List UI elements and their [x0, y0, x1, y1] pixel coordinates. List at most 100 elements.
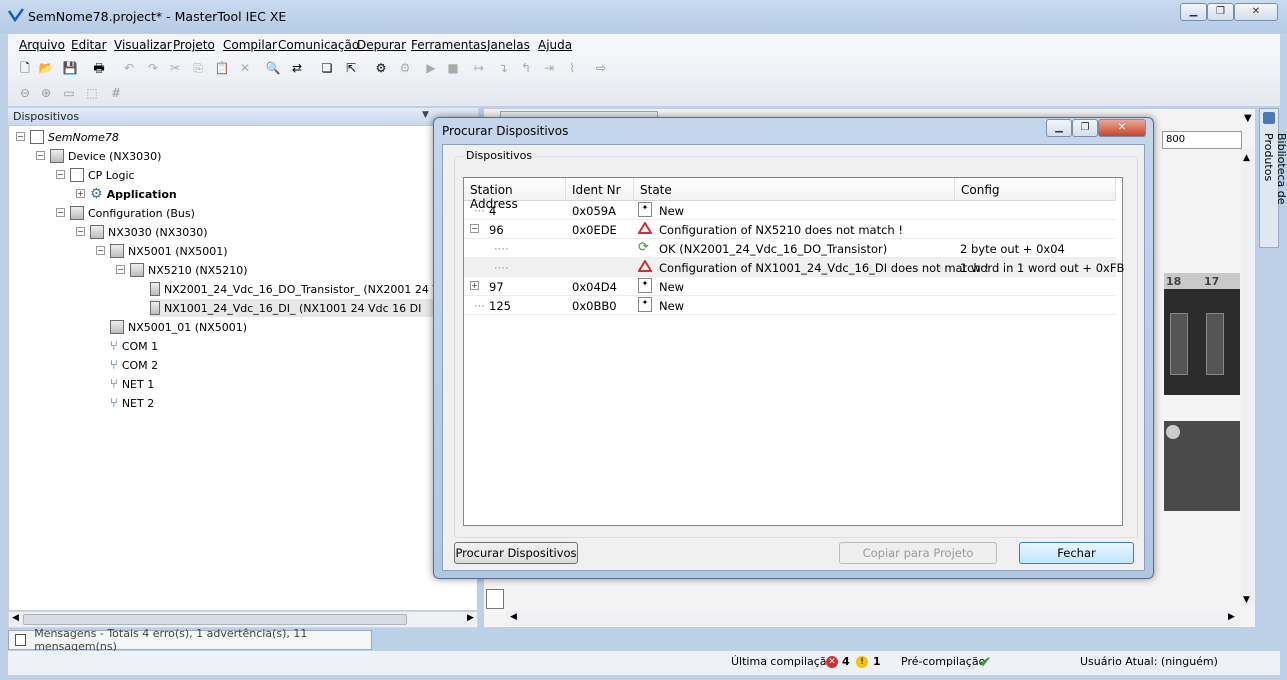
breakpoint-icon[interactable]: ⌇	[563, 59, 581, 77]
menu-depurar[interactable]: Depurar	[357, 38, 406, 52]
column-state[interactable]: State	[634, 178, 955, 201]
replace-icon[interactable]: ⇄	[288, 59, 306, 77]
expand-icon[interactable]: +	[470, 281, 479, 290]
scroll-thumb[interactable]	[23, 614, 407, 625]
close-button[interactable]: Fechar	[1019, 542, 1134, 564]
tree-node-net1[interactable]: ⑂ NET 1	[110, 375, 154, 393]
find-icon[interactable]: 🔍	[264, 59, 282, 77]
vertical-scrollbar[interactable]: ▲ ▼	[1241, 149, 1255, 607]
menu-visualizar[interactable]: Visualizar	[114, 38, 172, 52]
copy-to-project-button[interactable]: Copiar para Projeto	[839, 542, 997, 564]
minimize-button[interactable]: ▁	[1180, 3, 1207, 21]
collapse-icon[interactable]: −	[56, 170, 65, 179]
collapse-icon[interactable]: −	[16, 132, 25, 141]
table-row[interactable]: ··· 4 0x059A ✦ New	[464, 201, 1116, 220]
messages-tab[interactable]: Mensagens - Totais 4 erro(s), 1 advertên…	[8, 627, 372, 653]
delete-icon[interactable]: ✕	[236, 59, 254, 77]
menu-ferramentas[interactable]: Ferramentas	[411, 38, 487, 52]
scroll-down-icon[interactable]: ▼	[1243, 595, 1250, 605]
step-out-icon[interactable]: ↰	[517, 59, 535, 77]
tree-node-nx2001[interactable]: NX2001_24_Vdc_16_DO_Transistor_ (NX2001 …	[150, 280, 477, 298]
panel-menu-icon[interactable]: ▼	[422, 110, 429, 120]
tree-node-nx3030[interactable]: NX3030 (NX3030)	[90, 223, 208, 241]
maximize-button[interactable]: ❐	[1207, 3, 1234, 21]
scroll-right-icon[interactable]: ▶	[1228, 612, 1235, 622]
collapse-icon[interactable]: −	[96, 246, 105, 255]
export-icon[interactable]: ⇱	[342, 59, 360, 77]
tree-node-nx5210[interactable]: NX5210 (NX5210)	[130, 261, 248, 279]
add-object-icon[interactable]: ❏	[318, 59, 336, 77]
tree-node-com2[interactable]: ⑂ COM 2	[110, 356, 158, 374]
tree-node-cp-logic[interactable]: CP Logic	[70, 166, 135, 184]
menu-janelas[interactable]: Janelas	[487, 38, 530, 52]
zoom-out-icon[interactable]: ⊖	[16, 84, 34, 102]
tree-node-net2[interactable]: ⑂ NET 2	[110, 394, 154, 412]
column-config[interactable]: Config	[955, 178, 1116, 201]
column-station-address[interactable]: Station Address	[464, 178, 566, 211]
table-row[interactable]: ···· Configuration of NX1001_24_Vdc_16_D…	[464, 258, 1124, 277]
grid-icon[interactable]: #	[107, 84, 125, 102]
view-toggle-icon[interactable]	[486, 589, 504, 609]
step-into-icon[interactable]: ↴	[494, 59, 512, 77]
login-icon[interactable]: ⚙	[372, 59, 390, 77]
menu-compilar[interactable]: Compilar	[223, 38, 277, 52]
devices-grid[interactable]: Station Address Ident Nr State Config ··…	[463, 177, 1124, 526]
table-row[interactable]: − 96 0x0EDE Configuration of NX5210 does…	[464, 220, 1116, 239]
port-icon: ⑂	[110, 338, 118, 354]
menu-comunicacao[interactable]: Comunicação	[278, 38, 359, 52]
fit-icon[interactable]: ⬚	[83, 84, 101, 102]
tree-node-nx5001[interactable]: NX5001 (NX5001)	[110, 242, 228, 260]
collapse-icon[interactable]: −	[470, 224, 479, 233]
copy-icon[interactable]: ⎘	[189, 59, 207, 77]
column-ident-nr[interactable]: Ident Nr	[566, 178, 634, 201]
tree-node-com1[interactable]: ⑂ COM 1	[110, 337, 158, 355]
tree-horizontal-scrollbar[interactable]: ◀ ▶	[8, 611, 478, 628]
new-file-icon[interactable]: 🗋	[16, 59, 34, 77]
tree-node-application[interactable]: ⚙ Application	[90, 185, 177, 203]
forward-arrow-icon[interactable]: ⇨	[592, 59, 610, 77]
table-row[interactable]: + 97 0x04D4 ✦ New	[464, 277, 1116, 296]
redo-icon[interactable]: ↷	[144, 59, 162, 77]
scroll-left-icon[interactable]: ◀	[510, 612, 517, 622]
save-icon[interactable]: 💾	[61, 59, 79, 77]
step-over-icon[interactable]: ↦	[470, 59, 488, 77]
tree-node-nx1001[interactable]: NX1001_24_Vdc_16_DI_ (NX1001 24 Vdc 16 D…	[150, 299, 477, 317]
menu-ajuda[interactable]: Ajuda	[538, 38, 572, 52]
logout-icon[interactable]: ⚙	[396, 59, 414, 77]
tree-node-project[interactable]: SemNome78	[30, 128, 119, 146]
paste-icon[interactable]: 📋	[213, 59, 231, 77]
collapse-icon[interactable]: −	[116, 265, 125, 274]
collapse-icon[interactable]: −	[36, 151, 45, 160]
scroll-left-icon[interactable]: ◀	[12, 613, 19, 623]
tree-node-device[interactable]: Device (NX3030)	[50, 147, 161, 165]
table-row[interactable]: ··· 125 0x0BB0 ✦ New	[464, 296, 1116, 315]
ruler-icon[interactable]: ▭	[60, 84, 78, 102]
tree-node-nx5001-01[interactable]: NX5001_01 (NX5001)	[110, 318, 247, 336]
scroll-right-icon[interactable]: ▶	[467, 613, 474, 623]
close-window-button[interactable]: ✕	[1234, 3, 1278, 21]
dialog-minimize-button[interactable]: ▁	[1046, 119, 1072, 137]
search-devices-button[interactable]: Procurar Dispositivos	[454, 542, 578, 564]
dropdown-arrow-icon[interactable]: ▼	[1244, 113, 1252, 124]
collapse-icon[interactable]: −	[56, 208, 65, 217]
print-icon[interactable]: 🖶	[90, 59, 108, 77]
collapse-icon[interactable]: −	[76, 227, 85, 236]
zoom-in-icon[interactable]: ⊕	[37, 84, 55, 102]
menu-arquivo[interactable]: Arquivo	[19, 38, 65, 52]
scroll-up-icon[interactable]: ▲	[1243, 153, 1250, 163]
run-to-cursor-icon[interactable]: ⇥	[540, 59, 558, 77]
menu-editar[interactable]: Editar	[71, 38, 107, 52]
horizontal-scrollbar[interactable]: ◀ ▶	[506, 611, 1240, 626]
expand-icon[interactable]: +	[76, 189, 85, 198]
tree-node-configuration-bus[interactable]: Configuration (Bus)	[70, 204, 195, 222]
undo-icon[interactable]: ↶	[120, 59, 138, 77]
menu-projeto[interactable]: Projeto	[173, 38, 215, 52]
product-library-tab[interactable]: Biblioteca de Produtos	[1259, 108, 1287, 248]
open-folder-icon[interactable]: 📂	[37, 59, 55, 77]
dialog-maximize-button[interactable]: ❐	[1072, 119, 1098, 137]
dialog-close-button[interactable]: ✕	[1098, 119, 1146, 137]
stop-icon[interactable]: ■	[444, 59, 462, 77]
run-icon[interactable]: ▶	[422, 59, 440, 77]
cut-icon[interactable]: ✂	[166, 59, 184, 77]
table-row[interactable]: ···· ⟳ OK (NX2001_24_Vdc_16_DO_Transisto…	[464, 239, 1116, 258]
